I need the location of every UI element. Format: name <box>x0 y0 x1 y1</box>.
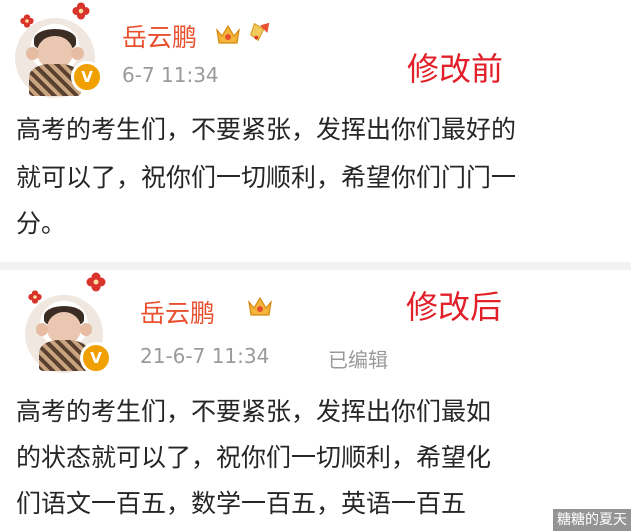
flower-icon <box>86 272 106 292</box>
crown-icon <box>216 24 240 44</box>
verified-badge-icon: V <box>80 342 112 374</box>
annotation-label: 修改前 <box>407 50 504 88</box>
post-text-line: 就可以了，祝你们一切顺利，希望你们门门一 <box>16 163 517 192</box>
post-text-line: 高考的考生们，不要紧张，发挥出你们最如 <box>16 397 492 426</box>
crown-icon <box>248 296 272 316</box>
flower-icon <box>72 2 90 20</box>
username[interactable]: 岳云鹏 <box>140 294 215 330</box>
post-text-line: 高考的考生们，不要紧张，发挥出你们最好的 <box>16 115 517 144</box>
username[interactable]: 岳云鹏 <box>122 18 197 54</box>
edited-label[interactable]: 已编辑 <box>328 344 388 373</box>
post-before-edit: V 岳云鹏 6-7 11:34 修改前 高考的考生们，不要紧张，发挥出你们最好的… <box>0 0 631 262</box>
divider <box>0 262 631 270</box>
post-timestamp: 21-6-7 11:34 <box>140 344 270 368</box>
annotation-label: 修改后 <box>406 288 503 326</box>
post-text-line: 的状态就可以了，祝你们一切顺利，希望化 <box>16 443 492 472</box>
verified-badge-icon: V <box>71 61 103 93</box>
watermark: 糖糖的夏天 <box>553 509 631 531</box>
bell-icon <box>250 22 270 42</box>
post-after-edit: V 岳云鹏 21-6-7 11:34 已编辑 修改后 高考的考生们，不要紧张，发… <box>0 270 631 531</box>
post-text-line: 们语文一百五，数学一百五，英语一百五 <box>16 489 467 518</box>
post-text-line: 分。 <box>16 209 67 238</box>
post-timestamp: 6-7 11:34 <box>122 63 219 87</box>
